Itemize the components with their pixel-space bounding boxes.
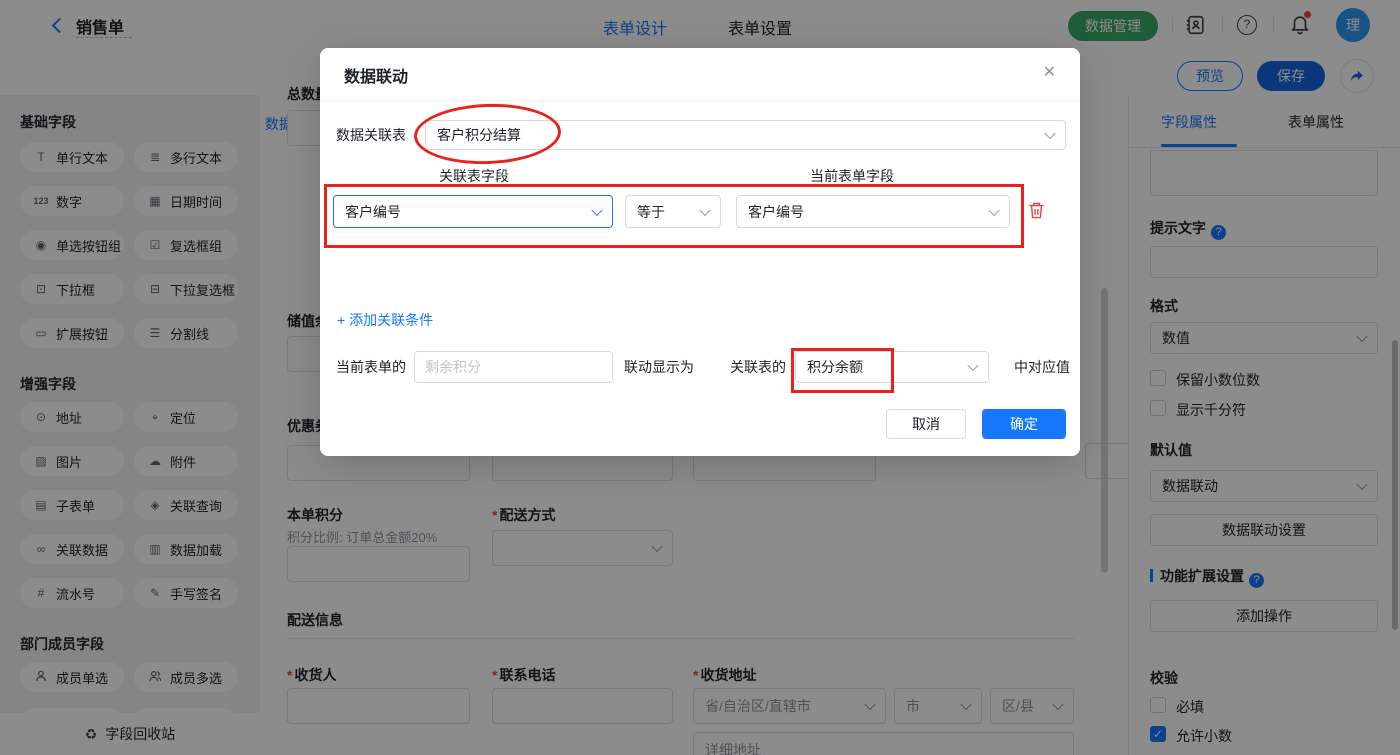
chevron-down-icon xyxy=(967,359,979,372)
chevron-down-icon xyxy=(591,204,603,216)
app-root: 销售单 表单设计 表单设置 数据管理 ? 理 ⊘ 表单外链 ⊞ 后端脚本 ⊡ 数… xyxy=(0,0,1400,755)
linked-table-select[interactable]: 客户积分结算 xyxy=(425,120,1066,150)
delete-condition-trash-icon[interactable] xyxy=(1028,201,1045,225)
modal-title: 数据联动 xyxy=(344,69,409,86)
linked-field-select[interactable]: 积分余额 xyxy=(795,351,989,383)
current-form-label: 当前表单的 xyxy=(336,359,406,375)
add-condition-link[interactable]: + 添加关联条件 xyxy=(337,310,433,330)
col-header-linked-field: 关联表字段 xyxy=(439,168,509,184)
cancel-button[interactable]: 取消 xyxy=(886,409,966,439)
confirm-button[interactable]: 确定 xyxy=(982,409,1066,439)
linked-table-value: 客户积分结算 xyxy=(437,127,521,143)
linked-field-value: 积分余额 xyxy=(807,359,863,375)
chevron-down-icon xyxy=(1044,127,1056,140)
display-as-label: 联动显示为 xyxy=(624,359,694,375)
col-header-current-field: 当前表单字段 xyxy=(810,168,894,184)
chevron-down-icon xyxy=(988,204,1000,216)
modal-header-divider xyxy=(320,100,1080,101)
condition-right-value: 客户编号 xyxy=(748,203,804,220)
chevron-down-icon xyxy=(699,204,711,216)
current-field-input[interactable] xyxy=(414,351,613,383)
close-icon[interactable]: ✕ xyxy=(1043,62,1056,82)
condition-left-value: 客户编号 xyxy=(345,203,401,220)
condition-operator-select[interactable]: 等于 xyxy=(625,195,721,228)
condition-operator-value: 等于 xyxy=(637,203,665,220)
corresponding-value-label: 中对应值 xyxy=(1014,359,1070,375)
condition-right-select[interactable]: 客户编号 xyxy=(736,195,1010,228)
data-linkage-modal: 数据联动 ✕ 数据关联表 客户积分结算 关联表字段 当前表单字段 客户编号 等于… xyxy=(320,48,1080,456)
linked-table-of-label: 关联表的 xyxy=(730,359,786,375)
linked-table-label: 数据关联表 xyxy=(336,127,406,143)
condition-left-select[interactable]: 客户编号 xyxy=(333,195,613,228)
